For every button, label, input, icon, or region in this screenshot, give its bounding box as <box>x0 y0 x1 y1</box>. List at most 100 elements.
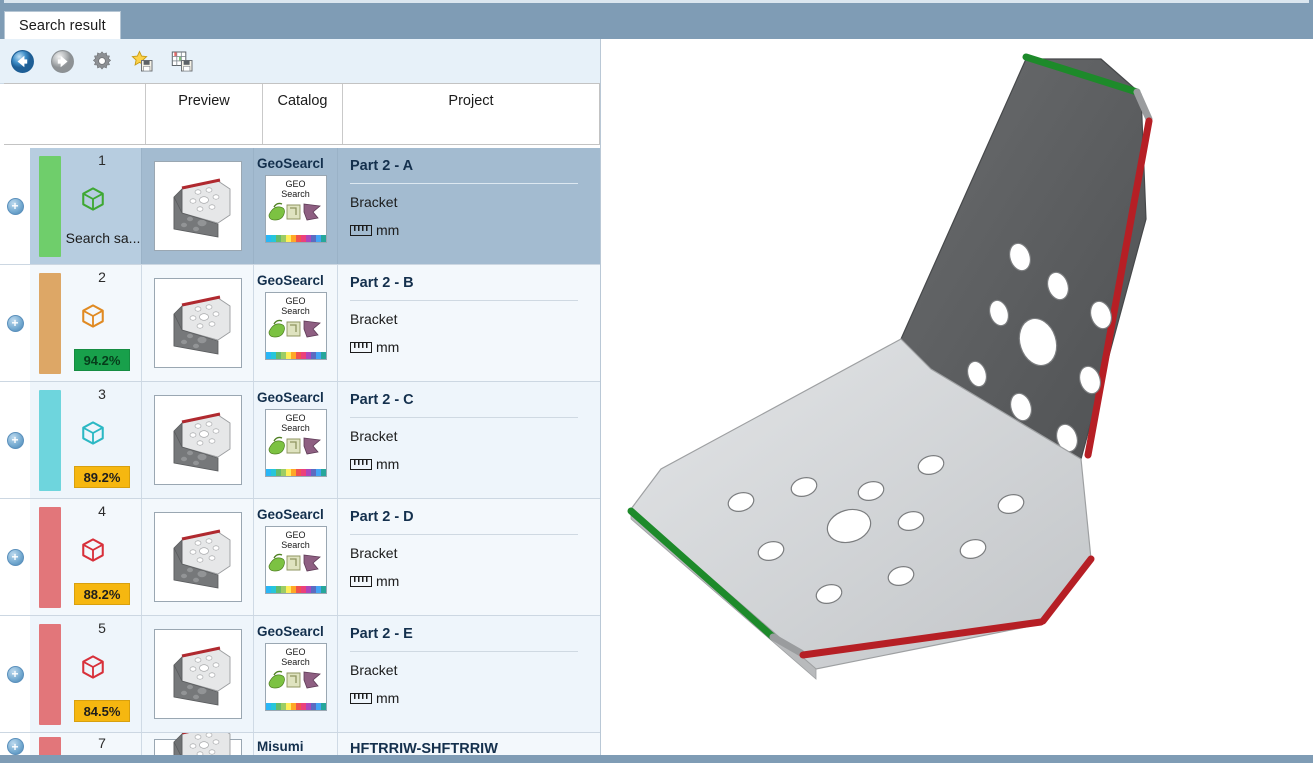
angle-bracket-3d-model <box>627 53 1153 680</box>
column-header-rank[interactable] <box>4 84 146 144</box>
project-divider <box>350 651 579 652</box>
row-preview-cell[interactable] <box>142 265 254 381</box>
settings-gear-icon[interactable] <box>88 47 116 75</box>
catalog-logo: GEO Search <box>264 175 327 243</box>
similarity-badge: 88.2% <box>74 583 130 605</box>
catalog-logo-text: GEO Search <box>281 530 310 550</box>
catalog-name: GeoSearcl <box>257 156 324 171</box>
catalog-logo-text: GEO Search <box>281 179 310 199</box>
catalog-logo-colorbar <box>265 352 326 359</box>
similarity-bar <box>39 156 61 257</box>
row-preview-cell[interactable] <box>142 616 254 732</box>
row-expander[interactable]: + <box>0 382 30 498</box>
similarity-bar <box>39 390 61 491</box>
project-title: Part 2 - B <box>350 275 414 291</box>
project-divider <box>350 417 579 418</box>
row-rank: 4 <box>98 503 106 519</box>
similarity-badge: 84.5% <box>74 700 130 722</box>
row-rank: 3 <box>98 386 106 402</box>
row-expander[interactable]: + <box>0 499 30 615</box>
project-title: Part 2 - E <box>350 626 413 642</box>
expand-plus-icon[interactable]: + <box>6 665 24 683</box>
catalog-logo-shapes <box>266 667 326 703</box>
preview-thumbnail <box>153 512 242 602</box>
table-row[interactable]: +2 94.2% GeoSearcl GEO Search Part 2 - B Brack… <box>0 265 600 382</box>
ruler-icon <box>350 692 372 704</box>
model-cube-icon <box>80 537 106 563</box>
catalog-logo-text: GEO Search <box>281 413 310 433</box>
row-meta-cell: 4 88.2% <box>30 499 142 615</box>
table-row[interactable]: +3 89.2% GeoSearcl GEO Search Part 2 - C Brack… <box>0 382 600 499</box>
project-subtitle: Bracket <box>350 194 398 210</box>
project-unit-label: mm <box>376 339 400 355</box>
row-catalog-cell: Misumi <box>254 733 338 755</box>
project-title: Part 2 - D <box>350 509 414 525</box>
back-icon[interactable] <box>8 47 36 75</box>
column-header-preview[interactable]: Preview <box>146 84 263 144</box>
window-top-highlight <box>4 0 1309 3</box>
column-header-project[interactable]: Project <box>343 84 599 144</box>
similarity-badge: 94.2% <box>74 349 130 371</box>
table-row[interactable]: +5 84.5% GeoSearcl GEO Search Part 2 - E Brack… <box>0 616 600 733</box>
application-window: Search result Preview Catalog Project + … <box>0 0 1313 763</box>
save-favorite-icon[interactable] <box>128 47 156 75</box>
column-header-catalog[interactable]: Catalog <box>263 84 343 144</box>
project-unit: mm <box>350 339 588 355</box>
catalog-logo-shapes <box>266 550 326 586</box>
project-unit-label: mm <box>376 690 400 706</box>
result-toolbar <box>0 39 600 84</box>
row-preview-cell[interactable] <box>142 499 254 615</box>
row-expander[interactable]: + <box>0 265 30 381</box>
preview-thumbnail <box>153 278 242 368</box>
table-row[interactable]: +4 88.2% GeoSearcl GEO Search Part 2 - D Brack… <box>0 499 600 616</box>
similarity-bar <box>39 737 61 755</box>
tab-search-result[interactable]: Search result <box>4 11 121 40</box>
expand-plus-icon[interactable]: + <box>6 548 24 566</box>
expand-plus-icon[interactable]: + <box>6 431 24 449</box>
table-row[interactable]: +1 Search sa... GeoSearcl GEO Search Part 2 -… <box>0 148 600 265</box>
catalog-logo-text: GEO Search <box>281 296 310 316</box>
project-divider <box>350 534 579 535</box>
expand-plus-icon[interactable]: + <box>6 314 24 332</box>
model-cube-icon <box>80 654 106 680</box>
preview-thumbnail <box>153 161 242 251</box>
model-3d-viewport[interactable] <box>601 39 1313 755</box>
forward-icon[interactable] <box>48 47 76 75</box>
row-preview-cell[interactable] <box>142 148 254 264</box>
row-preview-cell[interactable] <box>142 733 254 755</box>
expand-plus-icon[interactable]: + <box>6 738 24 755</box>
row-expander[interactable]: + <box>0 616 30 732</box>
similarity-bar <box>39 273 61 374</box>
result-rows-list[interactable]: +1 Search sa... GeoSearcl GEO Search Part 2 -… <box>0 148 600 755</box>
export-table-icon[interactable] <box>168 47 196 75</box>
catalog-logo-shapes <box>266 316 326 352</box>
search-result-panel: Preview Catalog Project +1 Search sa... Ge… <box>0 39 601 755</box>
model-cube-icon <box>80 303 106 329</box>
catalog-name: GeoSearcl <box>257 624 324 639</box>
row-project-cell: Part 2 - E Bracket mm <box>338 616 600 732</box>
catalog-logo-colorbar <box>265 703 326 710</box>
similarity-bar <box>39 624 61 725</box>
row-meta-cell: 1 Search sa... <box>30 148 142 264</box>
row-expander[interactable]: + <box>0 148 30 264</box>
row-catalog-cell: GeoSearcl GEO Search <box>254 265 338 381</box>
project-unit: mm <box>350 222 588 238</box>
project-divider <box>350 300 579 301</box>
row-catalog-cell: GeoSearcl GEO Search <box>254 616 338 732</box>
row-expander[interactable]: + <box>0 733 30 755</box>
expand-plus-icon[interactable]: + <box>6 197 24 215</box>
catalog-logo-colorbar <box>265 235 326 242</box>
catalog-logo: GEO Search <box>264 526 327 594</box>
project-subtitle: Bracket <box>350 545 398 561</box>
catalog-name: GeoSearcl <box>257 273 324 288</box>
row-rank: 2 <box>98 269 106 285</box>
row-preview-cell[interactable] <box>142 382 254 498</box>
ruler-icon <box>350 458 372 470</box>
project-subtitle: Bracket <box>350 428 398 444</box>
catalog-logo: GEO Search <box>264 643 327 711</box>
project-title: HFTRRIW-SHFTRRIW <box>350 741 498 755</box>
project-divider <box>350 183 579 184</box>
row-catalog-cell: GeoSearcl GEO Search <box>254 382 338 498</box>
table-row[interactable]: +7 Misumi HFTRRIW-SHFTRRIW <box>0 733 600 755</box>
project-subtitle: Bracket <box>350 311 398 327</box>
